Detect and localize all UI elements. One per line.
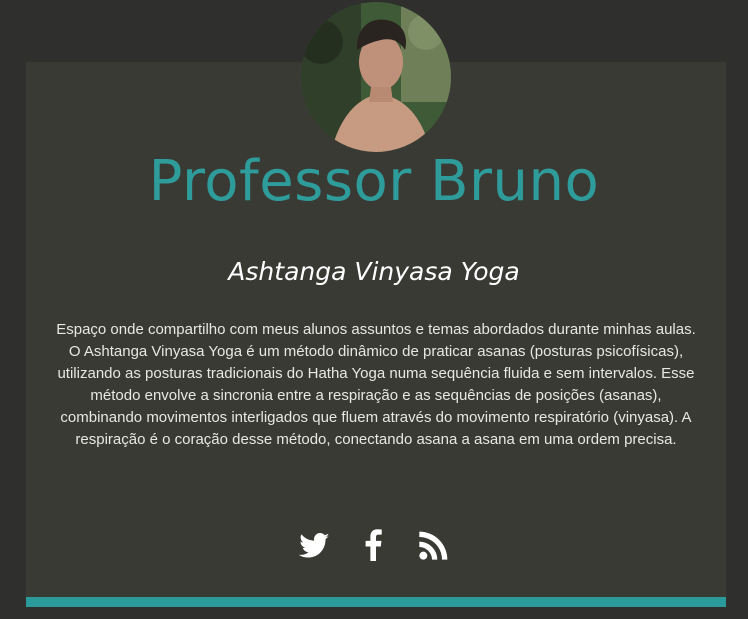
avatar-photo xyxy=(301,2,451,152)
facebook-link[interactable] xyxy=(358,527,390,563)
rss-link[interactable] xyxy=(418,527,450,563)
avatar xyxy=(301,2,451,152)
description-text: Espaço onde compartilho com meus alunos … xyxy=(56,321,696,448)
card-accent-bar xyxy=(26,597,726,607)
twitter-icon xyxy=(298,533,330,558)
rss-icon xyxy=(419,531,448,560)
page-subtitle: Ashtanga Vinyasa Yoga xyxy=(228,257,520,286)
social-links xyxy=(0,527,748,563)
facebook-icon xyxy=(365,529,382,561)
page-title: Professor Bruno xyxy=(148,149,600,214)
twitter-link[interactable] xyxy=(298,527,330,563)
